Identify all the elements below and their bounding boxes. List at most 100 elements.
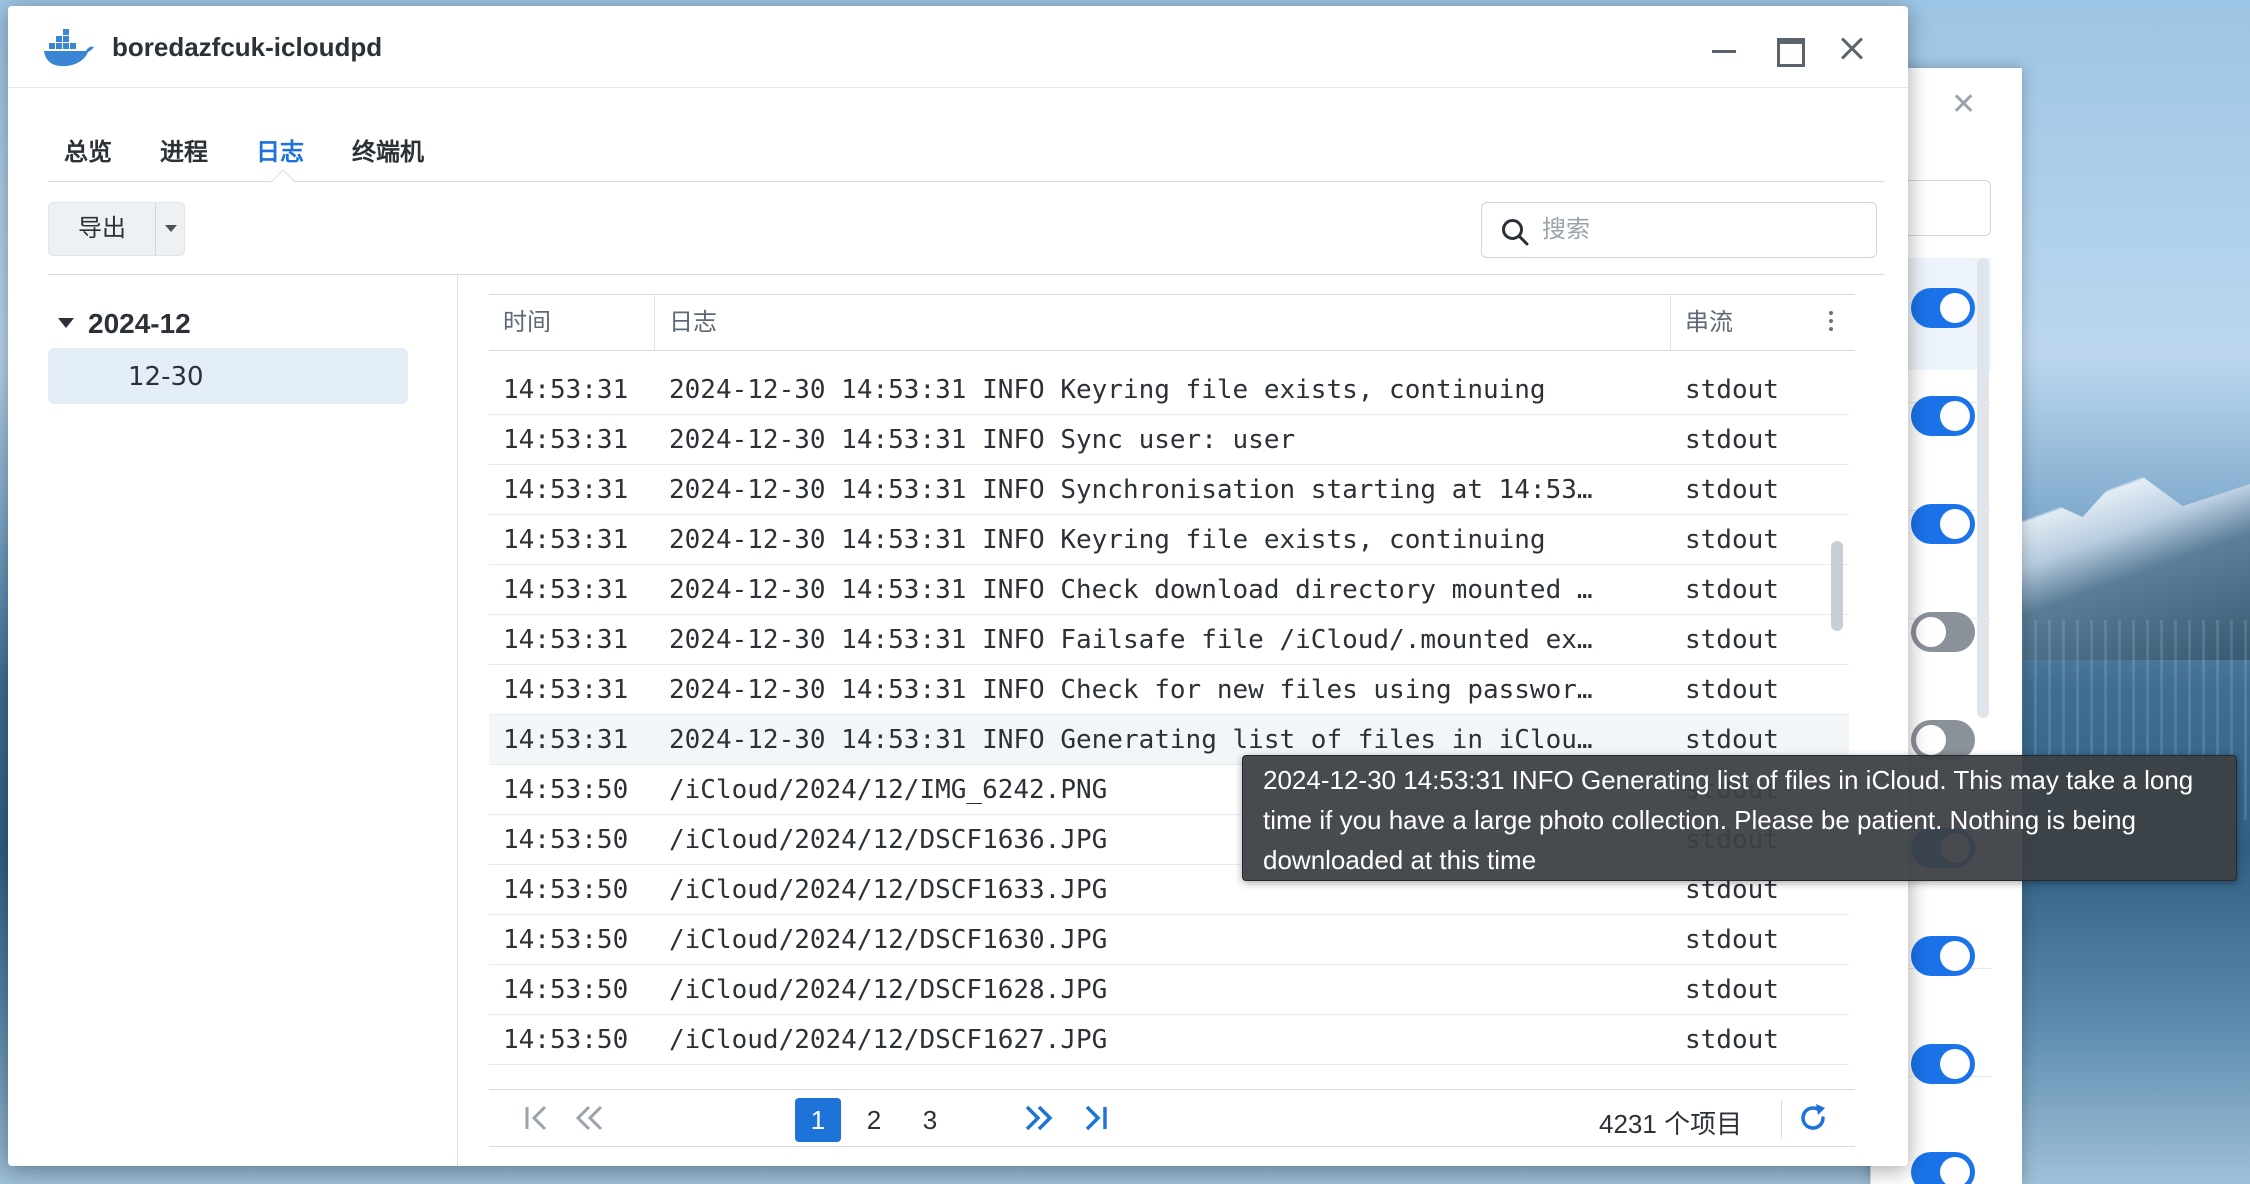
table-body[interactable]: 14:53:31 2024-12-30 14:53:31 INFO Keyring… bbox=[489, 351, 1855, 1081]
cell-stream: stdout bbox=[1685, 575, 1779, 605]
first-page-icon[interactable] bbox=[519, 1100, 555, 1136]
maximize-icon[interactable] bbox=[1768, 28, 1808, 68]
cell-log: 2024-12-30 14:53:31 INFO Check for new f… bbox=[669, 675, 1593, 705]
toggle-switch[interactable] bbox=[1911, 612, 1975, 652]
column-menu-icon[interactable] bbox=[1829, 311, 1835, 335]
toggle-switch[interactable] bbox=[1911, 1044, 1975, 1084]
table-row[interactable]: 14:53:31 2024-12-30 14:53:31 INFO Failsaf… bbox=[489, 615, 1849, 665]
chevron-down-icon[interactable] bbox=[157, 203, 185, 255]
background-window-scrollbar[interactable] bbox=[1977, 258, 1989, 718]
toggle-switch[interactable] bbox=[1911, 396, 1975, 436]
cell-stream: stdout bbox=[1685, 975, 1779, 1005]
cell-time: 14:53:50 bbox=[503, 1025, 629, 1055]
cell-stream: stdout bbox=[1685, 475, 1779, 505]
table-row[interactable]: 14:53:50/iCloud/2024/12/DSCF1630.JPG stdo… bbox=[489, 915, 1849, 965]
cell-log: 2024-12-30 14:53:31 INFO Keyring file ex… bbox=[669, 525, 1546, 555]
cell-time: 14:53:31 bbox=[503, 575, 629, 605]
cell-log: 2024-12-30 14:53:31 INFO Failsafe file /… bbox=[669, 625, 1593, 655]
active-tab-indicator bbox=[270, 169, 296, 195]
column-header-stream[interactable]: 串流 bbox=[1671, 295, 1801, 351]
page-button-2[interactable]: 2 bbox=[851, 1098, 897, 1142]
tree-item-label: 12-30 bbox=[128, 362, 204, 392]
cell-time: 14:53:50 bbox=[503, 975, 629, 1005]
cell-time: 14:53:50 bbox=[503, 825, 629, 855]
table-row[interactable]: 14:53:50/iCloud/2024/12/DSCF1628.JPG stdo… bbox=[489, 965, 1849, 1015]
toggle-switch[interactable] bbox=[1911, 936, 1975, 976]
tab-terminal[interactable]: 终端机 bbox=[352, 132, 424, 167]
tab-log[interactable]: 日志 bbox=[256, 132, 304, 167]
cell-time: 14:53:31 bbox=[503, 425, 629, 455]
previous-pages-icon[interactable] bbox=[571, 1100, 607, 1136]
search-input[interactable] bbox=[1542, 211, 1862, 249]
search-icon bbox=[1502, 219, 1529, 246]
caret-down-icon[interactable] bbox=[58, 318, 74, 328]
column-header-log[interactable]: 日志 bbox=[655, 295, 1671, 351]
toggle-switch[interactable] bbox=[1911, 288, 1975, 328]
table-row[interactable]: 14:53:31 2024-12-30 14:53:31 INFO Sync us… bbox=[489, 415, 1849, 465]
cell-log: 2024-12-30 14:53:31 INFO Sync user: user bbox=[669, 425, 1296, 455]
cell-log: /iCloud/2024/12/DSCF1630.JPG bbox=[669, 925, 1108, 955]
minimize-icon[interactable] bbox=[1704, 28, 1744, 68]
table-row[interactable]: 14:53:31 2024-12-30 14:53:31 INFO Keyring… bbox=[489, 365, 1849, 415]
window-title: boredazfcuk-icloudpd bbox=[112, 32, 383, 62]
background-window-close-icon[interactable]: ✕ bbox=[1951, 90, 1976, 120]
log-table: 时间 日志 串流 14:53:31 2024-12-30 14:53:31 INF… bbox=[489, 294, 1855, 1147]
toggle-switch[interactable] bbox=[1911, 1152, 1975, 1184]
container-log-window: boredazfcuk-icloudpd 总览 进程 日志 终端机 导出 202… bbox=[8, 6, 1908, 1166]
close-icon[interactable] bbox=[1832, 28, 1872, 68]
cell-log: /iCloud/2024/12/DSCF1627.JPG bbox=[669, 1025, 1108, 1055]
cell-time: 14:53:50 bbox=[503, 875, 629, 905]
tab-bar: 总览 进程 日志 终端机 bbox=[48, 116, 1884, 195]
cell-time: 14:53:31 bbox=[503, 375, 629, 405]
cell-stream: stdout bbox=[1685, 375, 1779, 405]
table-row[interactable]: 14:53:31 2024-12-30 14:53:31 INFO Synchro… bbox=[489, 465, 1849, 515]
export-button[interactable]: 导出 bbox=[49, 203, 155, 255]
cell-stream: stdout bbox=[1685, 675, 1779, 705]
cell-stream: stdout bbox=[1685, 1025, 1779, 1055]
table-row[interactable]: 14:53:31 2024-12-30 14:53:31 INFO Check d… bbox=[489, 565, 1849, 615]
cell-stream: stdout bbox=[1685, 925, 1779, 955]
toolbar-divider bbox=[48, 274, 1884, 275]
cell-time: 14:53:50 bbox=[503, 925, 629, 955]
table-row[interactable]: 14:53:50/iCloud/2024/12/DSCF1627.JPG stdo… bbox=[489, 1015, 1849, 1065]
cell-log: 2024-12-30 14:53:31 INFO Check download … bbox=[669, 575, 1593, 605]
pager-divider bbox=[1781, 1100, 1782, 1138]
tab-overview[interactable]: 总览 bbox=[64, 132, 112, 167]
export-split-button: 导出 bbox=[48, 202, 185, 256]
docker-whale-icon bbox=[44, 29, 94, 67]
tab-processes[interactable]: 进程 bbox=[160, 132, 208, 167]
next-pages-icon[interactable] bbox=[1021, 1100, 1057, 1136]
toggle-switch[interactable] bbox=[1911, 720, 1975, 760]
log-tooltip: 2024-12-30 14:53:31 INFO Generating list… bbox=[1242, 755, 2237, 881]
table-row[interactable]: 14:53:31 2024-12-30 14:53:31 INFO Keyring… bbox=[489, 515, 1849, 565]
item-count: 4231 个项目 bbox=[1599, 1109, 1743, 1139]
table-header: 时间 日志 串流 bbox=[489, 295, 1855, 351]
cell-time: 14:53:31 bbox=[503, 725, 629, 755]
cell-time: 14:53:31 bbox=[503, 475, 629, 505]
cell-time: 14:53:31 bbox=[503, 625, 629, 655]
cell-stream: stdout bbox=[1685, 625, 1779, 655]
cell-time: 14:53:31 bbox=[503, 675, 629, 705]
last-page-icon[interactable] bbox=[1077, 1100, 1113, 1136]
page-button-1[interactable]: 1 bbox=[795, 1098, 841, 1142]
sidebar-divider bbox=[457, 275, 458, 1166]
table-row[interactable]: 14:53:31 2024-12-30 14:53:31 INFO Check f… bbox=[489, 665, 1849, 715]
cell-log: 2024-12-30 14:53:31 INFO Keyring file ex… bbox=[669, 375, 1546, 405]
vertical-scrollbar[interactable] bbox=[1831, 541, 1843, 631]
search-box[interactable] bbox=[1481, 202, 1877, 258]
title-bar[interactable]: boredazfcuk-icloudpd bbox=[8, 6, 1908, 88]
cell-log: 2024-12-30 14:53:31 INFO Synchronisation… bbox=[669, 475, 1593, 505]
cell-stream: stdout bbox=[1685, 425, 1779, 455]
tree-item-day[interactable]: 12-30 bbox=[48, 348, 408, 404]
pagination-bar: 1 2 3 4231 个项目 bbox=[489, 1089, 1855, 1147]
tree-group-month[interactable]: 2024-12 bbox=[88, 308, 191, 340]
cell-stream: stdout bbox=[1685, 525, 1779, 555]
column-header-time[interactable]: 时间 bbox=[489, 295, 655, 351]
cell-time: 14:53:50 bbox=[503, 775, 629, 805]
toggle-switch[interactable] bbox=[1911, 504, 1975, 544]
partially-hidden-row bbox=[489, 351, 1849, 365]
cell-log: /iCloud/2024/12/DSCF1628.JPG bbox=[669, 975, 1108, 1005]
export-button-divider bbox=[155, 203, 156, 255]
page-button-3[interactable]: 3 bbox=[907, 1098, 953, 1142]
refresh-icon[interactable] bbox=[1795, 1100, 1831, 1136]
